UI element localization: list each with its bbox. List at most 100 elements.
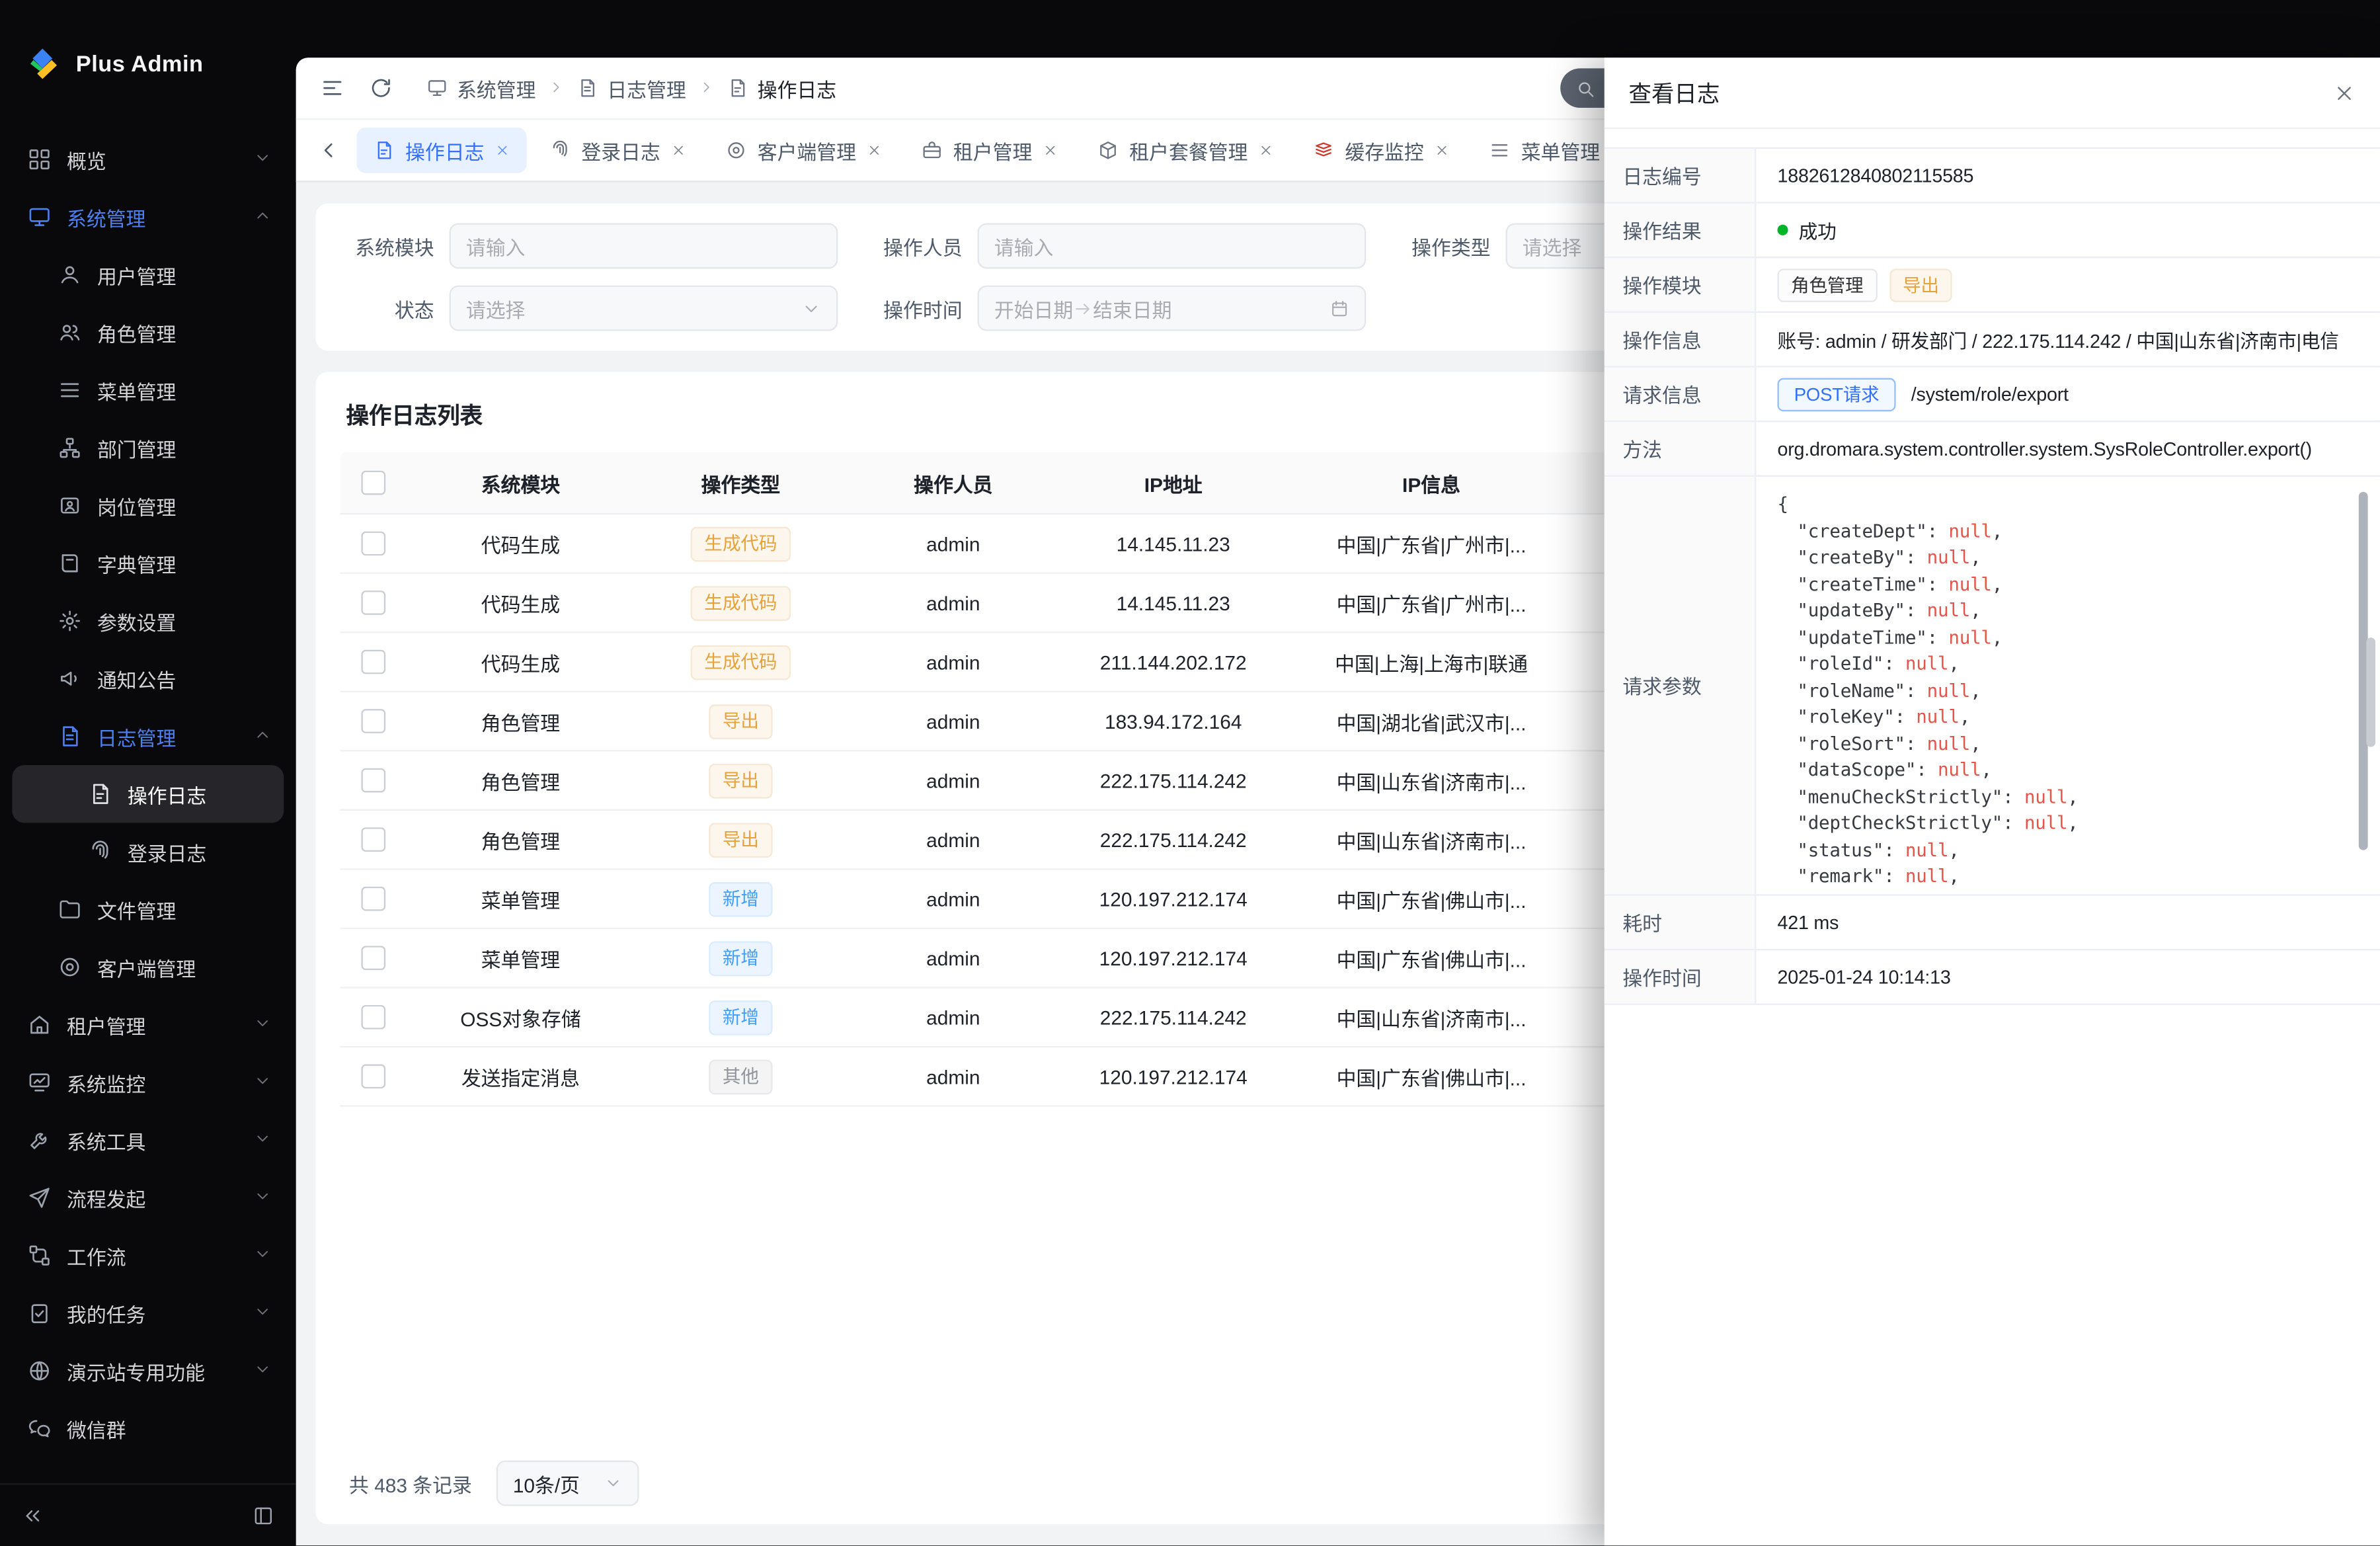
cell-ip-info: 中国|广东省|广州市|... xyxy=(1287,529,1575,558)
row-checkbox[interactable] xyxy=(361,591,385,616)
sidebar-item-post[interactable]: 岗位管理 xyxy=(12,477,284,534)
refresh-icon[interactable] xyxy=(360,67,402,109)
cell-operator: admin xyxy=(847,710,1059,732)
tab-0[interactable]: 操作日志 xyxy=(357,128,527,173)
select-all-checkbox[interactable] xyxy=(361,471,385,495)
json-line: "updateBy": null, xyxy=(1777,598,2350,625)
calendar-icon xyxy=(1329,298,1349,318)
cell-ip-info: 中国|广东省|佛山市|... xyxy=(1287,944,1575,973)
sidebar-item-loginLog[interactable]: 登录日志 xyxy=(12,823,284,880)
sidebar-item-client[interactable]: 客户端管理 xyxy=(12,938,284,996)
hamburger-icon[interactable] xyxy=(311,67,354,109)
sidebar-item-file[interactable]: 文件管理 xyxy=(12,881,284,938)
filter-item: 系统模块请输入 xyxy=(340,223,838,268)
tasks-icon xyxy=(27,1301,52,1326)
tab-close-icon[interactable] xyxy=(867,143,882,158)
system-icon xyxy=(426,77,448,99)
tab-close-icon[interactable] xyxy=(1435,143,1450,158)
sidebar-item-demo[interactable]: 演示站专用功能 xyxy=(12,1342,284,1400)
breadcrumb-separator-icon xyxy=(698,77,715,99)
cell-operator: admin xyxy=(847,887,1059,910)
tab-4[interactable]: 租户套餐管理 xyxy=(1081,128,1290,173)
sidebar-item-param[interactable]: 参数设置 xyxy=(12,592,284,649)
tab-2[interactable]: 客户端管理 xyxy=(709,128,898,173)
breadcrumb-item[interactable]: 日志管理 xyxy=(576,73,686,102)
json-line: "remark": null, xyxy=(1777,864,2350,890)
module-tag: 角色管理 xyxy=(1777,268,1877,302)
sidebar-item-dict[interactable]: 字典管理 xyxy=(12,534,284,592)
operation-time-range-picker[interactable]: 开始日期结束日期 xyxy=(978,286,1367,331)
tab-3[interactable]: 租户管理 xyxy=(904,128,1074,173)
tabs-scroll-left-icon[interactable] xyxy=(308,129,350,171)
filter-item: 操作时间开始日期结束日期 xyxy=(868,286,1366,331)
cell-operator: admin xyxy=(847,946,1059,969)
collapse-sidebar-icon[interactable] xyxy=(21,1504,44,1526)
tab-close-icon[interactable] xyxy=(671,143,686,158)
pin-sidebar-icon[interactable] xyxy=(252,1504,274,1526)
tab-close-icon[interactable] xyxy=(1043,143,1058,158)
cell-ip: 14.145.11.23 xyxy=(1060,532,1287,555)
status-select[interactable]: 请选择 xyxy=(450,286,838,331)
chevron-down-icon xyxy=(253,1186,272,1209)
monitorStat-icon xyxy=(27,1071,52,1095)
sidebar-item-log[interactable]: 日志管理 xyxy=(12,708,284,765)
sidebar-item-notice[interactable]: 通知公告 xyxy=(12,650,284,708)
tab-1[interactable]: 登录日志 xyxy=(533,128,703,173)
detail-label: 方法 xyxy=(1605,422,1757,475)
sidebar-item-tenant[interactable]: 租户管理 xyxy=(12,996,284,1053)
action-type-badge: 导出 xyxy=(709,763,772,798)
detail-label: 请求信息 xyxy=(1605,368,1757,421)
detail-label: 操作时间 xyxy=(1605,950,1757,1003)
tab-close-icon[interactable] xyxy=(495,143,510,158)
system-module-input[interactable]: 请输入 xyxy=(450,223,838,268)
row-checkbox[interactable] xyxy=(361,1006,385,1030)
sidebar-item-monitorStat[interactable]: 系统监控 xyxy=(12,1053,284,1111)
action-type-badge: 新增 xyxy=(709,881,772,916)
row-checkbox[interactable] xyxy=(361,532,385,556)
detail-row: 请求参数{"createDept": null,"createBy": null… xyxy=(1605,477,2380,896)
row-checkbox[interactable] xyxy=(361,650,385,674)
row-checkbox[interactable] xyxy=(361,710,385,734)
operator-input[interactable]: 请输入 xyxy=(978,223,1367,268)
sidebar-item-wechat[interactable]: 微信群 xyxy=(12,1400,284,1457)
chevron-down-icon xyxy=(253,1360,272,1382)
column-header: IP信息 xyxy=(1287,468,1575,497)
action-type-badge: 新增 xyxy=(709,940,772,975)
sidebar-item-dashboard[interactable]: 概览 xyxy=(12,130,284,188)
sidebar-item-menu[interactable]: 菜单管理 xyxy=(12,361,284,419)
breadcrumb-item[interactable]: 系统管理 xyxy=(426,73,536,102)
tab-5[interactable]: 缓存监控 xyxy=(1296,128,1466,173)
sidebar-footer xyxy=(0,1483,296,1545)
row-checkbox[interactable] xyxy=(361,1065,385,1089)
drawer-scrollbar-thumb[interactable] xyxy=(2366,637,2375,747)
sidebar-item-role[interactable]: 角色管理 xyxy=(12,304,284,361)
json-line: "status": null, xyxy=(1777,837,2350,864)
sidebar-item-tasks[interactable]: 我的任务 xyxy=(12,1284,284,1342)
detail-value: 421 ms xyxy=(1756,896,2380,949)
loginLog-icon xyxy=(549,140,571,161)
json-line: "createBy": null, xyxy=(1777,545,2350,571)
sidebar-item-dept[interactable]: 部门管理 xyxy=(12,419,284,477)
cell-module: 角色管理 xyxy=(407,766,634,795)
page-size-select[interactable]: 10条/页 xyxy=(496,1461,639,1506)
sidebar-item-send[interactable]: 流程发起 xyxy=(12,1169,284,1227)
close-icon[interactable] xyxy=(2333,81,2356,104)
row-checkbox[interactable] xyxy=(361,828,385,852)
cell-operator: admin xyxy=(847,651,1059,673)
cell-module: 菜单管理 xyxy=(407,944,634,973)
row-checkbox[interactable] xyxy=(361,887,385,911)
action-type-badge: 导出 xyxy=(709,822,772,857)
sidebar-item-user[interactable]: 用户管理 xyxy=(12,246,284,304)
row-checkbox[interactable] xyxy=(361,946,385,971)
success-dot-icon xyxy=(1777,225,1788,235)
breadcrumb-item[interactable]: 操作日志 xyxy=(727,73,836,102)
cell-operator: admin xyxy=(847,1065,1059,1088)
sidebar-item-opLog[interactable]: 操作日志 xyxy=(12,765,284,823)
log-icon xyxy=(58,724,82,749)
row-checkbox[interactable] xyxy=(361,768,385,793)
chevron-down-icon xyxy=(801,298,821,318)
sidebar-item-tools[interactable]: 系统工具 xyxy=(12,1112,284,1169)
sidebar-item-workflow[interactable]: 工作流 xyxy=(12,1227,284,1284)
tab-close-icon[interactable] xyxy=(1258,143,1273,158)
sidebar-item-system[interactable]: 系统管理 xyxy=(12,188,284,246)
